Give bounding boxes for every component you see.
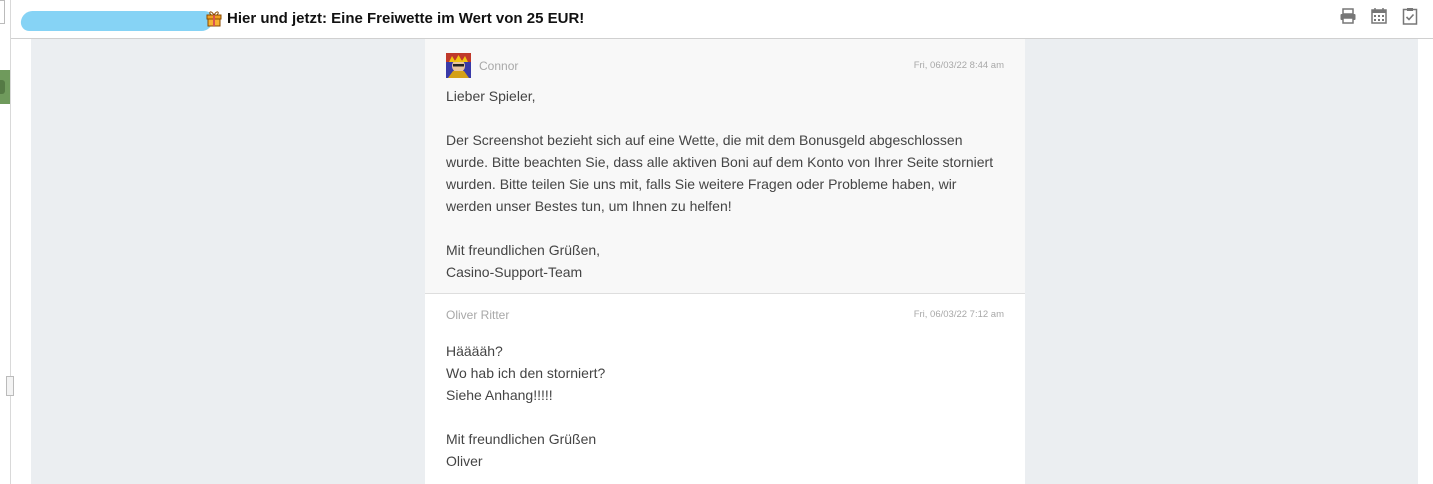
body-line: werden unser Bestes tun, um Ihnen zu hel…	[446, 198, 732, 214]
body-line: Hääääh?	[446, 343, 503, 359]
body-line: wurde. Bitte beachten Sie, dass alle akt…	[446, 154, 994, 170]
closing-line: Mit freundlichen Grüßen,	[446, 242, 601, 258]
print-icon[interactable]	[1339, 7, 1357, 25]
calendar-icon[interactable]	[1370, 7, 1388, 25]
clipboard-check-icon[interactable]	[1401, 7, 1419, 25]
left-panel-tab[interactable]	[0, 0, 5, 24]
resize-handle[interactable]	[6, 376, 14, 396]
body-line: Siehe Anhang!!!!!	[446, 387, 553, 403]
body-line: Der Screenshot bezieht sich auf eine Wet…	[446, 132, 963, 148]
message-toolbar	[1339, 7, 1419, 25]
message-header: Hier und jetzt: Eine Freiwette im Wert v…	[11, 0, 1433, 39]
signature-line: Oliver	[446, 453, 483, 469]
message-date: Fri, 06/03/22 8:44 am	[913, 60, 1004, 71]
message-subject: Hier und jetzt: Eine Freiwette im Wert v…	[227, 10, 585, 27]
left-panel-green-tab[interactable]	[0, 70, 10, 104]
message-signoff: Mit freundlichen Grüßen, Casino-Support-…	[446, 239, 1011, 283]
body-line: wurden. Bitte teilen Sie uns mit, falls …	[446, 176, 957, 192]
message-author: Connor	[479, 59, 519, 73]
message-body: Lieber Spieler, Der Screenshot bezieht s…	[446, 85, 1011, 283]
body-line: Wo hab ich den storniert?	[446, 365, 606, 381]
signature-line: Casino-Support-Team	[446, 264, 583, 280]
message-paragraph: Hääääh? Wo hab ich den storniert? Siehe …	[446, 340, 1011, 406]
gift-icon	[206, 11, 222, 27]
closing-line: Mit freundlichen Grüßen	[446, 431, 597, 447]
message-greeting: Lieber Spieler,	[446, 88, 536, 104]
message-signoff: Mit freundlichen Grüßen Oliver	[446, 428, 1011, 472]
redacted-sender	[19, 11, 215, 31]
message-thread: Connor Fri, 06/03/22 8:44 am Lieber Spie…	[425, 39, 1025, 484]
message-date: Fri, 06/03/22 7:12 am	[913, 309, 1004, 320]
message-paragraph: Der Screenshot bezieht sich auf eine Wet…	[446, 129, 1011, 217]
message-author: Oliver Ritter	[446, 308, 510, 322]
message-body: Hääääh? Wo hab ich den storniert? Siehe …	[446, 340, 1011, 472]
message-item: Oliver Ritter Fri, 06/03/22 7:12 am Häää…	[425, 294, 1025, 484]
message-item: Connor Fri, 06/03/22 8:44 am Lieber Spie…	[425, 39, 1025, 294]
avatar[interactable]	[446, 53, 471, 78]
